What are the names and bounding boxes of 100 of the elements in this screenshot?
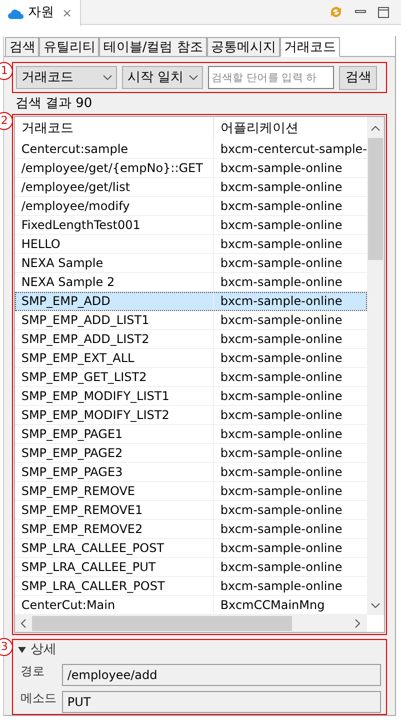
table-cell-text: bxcm-sample-online: [219, 521, 344, 538]
table-cell-text: bxcm-sample-online: [219, 388, 344, 405]
table-cell-text: bxcm-sample-online: [219, 274, 344, 291]
table-cell-text: bxcm-sample-online: [219, 445, 344, 462]
search-button[interactable]: 검색: [339, 66, 378, 90]
table-cell-text: BxcmCCMainMng: [219, 597, 326, 614]
tab[interactable]: 유틸리티: [39, 37, 100, 57]
table-row[interactable]: SMP_EMP_ADD_LIST2 bxcm-sample-online: [15, 330, 367, 349]
table-cell-text: bxcm-sample-online: [219, 236, 344, 253]
table-cell-text: bxcm-sample-online: [219, 483, 344, 500]
table-cell: SMP_EMP_PAGE2: [15, 444, 214, 462]
table-cell-text: bxcm-sample-online: [219, 502, 344, 519]
table-cell: SMP_EMP_REMOVE: [15, 482, 214, 500]
table-cell: FixedLengthTest001: [15, 216, 214, 234]
table-row[interactable]: SMP_EMP_REMOVE2 bxcm-sample-online: [15, 520, 367, 539]
minimize-icon[interactable]: [355, 10, 366, 14]
scrollbar-thumb[interactable]: [32, 616, 292, 631]
table-cell-text: bxcm-sample-online: [219, 426, 344, 443]
table-row[interactable]: Centercut:sample bxcm-centercut-sample-: [15, 140, 367, 159]
table-row[interactable]: SMP_EMP_MODIFY_LIST2 bxcm-sample-online: [15, 406, 367, 425]
close-button[interactable]: ⨯: [62, 4, 72, 22]
table-row[interactable]: /employee/get/{empNo}::GET bxcm-sample-online: [15, 159, 367, 178]
table-row[interactable]: SMP_EMP_PAGE2 bxcm-sample-online: [15, 444, 367, 463]
table-cell: NEXA Sample: [15, 254, 214, 272]
table-cell: /employee/get/{empNo}::GET: [15, 159, 214, 177]
result-count: 검색 결과 90: [14, 95, 92, 113]
table-cell-text: bxcm-sample-online: [219, 559, 344, 576]
tab[interactable]: 테이블/컬럼 참조: [99, 37, 207, 57]
chevron-down-icon: [103, 75, 112, 80]
table-cell-text: bxcm-sample-online: [219, 369, 344, 386]
table-row[interactable]: SMP_EMP_ADD bxcm-sample-online: [15, 292, 367, 311]
table-cell: SMP_LRA_CALLEE_POST: [15, 539, 214, 557]
table-row[interactable]: SMP_LRA_CALLER_POST bxcm-sample-online: [15, 577, 367, 596]
table-row[interactable]: SMP_EMP_PAGE3 bxcm-sample-online: [15, 463, 367, 482]
field-label: 경로: [19, 663, 46, 680]
table-cell: SMP_EMP_MODIFY_LIST1: [15, 387, 214, 405]
table-cell-text: bxcm-sample-online: [219, 578, 344, 595]
table-cell-text: bxcm-centercut-sample-: [219, 141, 367, 158]
table-cell-text: bxcm-sample-online: [219, 255, 344, 272]
readonly-field[interactable]: /employee/add: [62, 664, 381, 686]
cloud-icon: [8, 8, 24, 18]
table-cell: SMP_EMP_REMOVE1: [15, 501, 214, 519]
table-row[interactable]: CenterCut:Main BxcmCCMainMng: [15, 596, 367, 615]
table-row[interactable]: SMP_EMP_PAGE1 bxcm-sample-online: [15, 425, 367, 444]
chevron-down-icon[interactable]: [371, 603, 380, 608]
table-row[interactable]: SMP_EMP_REMOVE bxcm-sample-online: [15, 482, 367, 501]
table-row[interactable]: SMP_EMP_ADD_LIST1 bxcm-sample-online: [15, 311, 367, 330]
vertical-scrollbar[interactable]: [367, 117, 384, 615]
table-cell: SMP_EMP_ADD: [15, 292, 214, 310]
scrollbar-thumb[interactable]: [368, 138, 383, 260]
table-cell-text: bxcm-sample-online: [219, 407, 344, 424]
table-row[interactable]: SMP_EMP_MODIFY_LIST1 bxcm-sample-online: [15, 387, 367, 406]
table-cell-text: bxcm-sample-online: [219, 331, 344, 348]
table-cell: SMP_EMP_EXT_ALL: [15, 349, 214, 367]
search-field[interactable]: 검색할 단어를 입력 하: [208, 66, 334, 89]
table-cell: SMP_EMP_REMOVE2: [15, 520, 214, 538]
table-cell: SMP_EMP_GET_LIST2: [15, 368, 214, 386]
table-cell-text: bxcm-sample-online: [219, 160, 344, 177]
table-cell: NEXA Sample 2: [15, 273, 214, 291]
table-row[interactable]: NEXA Sample bxcm-sample-online: [15, 254, 367, 273]
table-cell: CenterCut:Main: [15, 596, 214, 614]
chevron-left-icon[interactable]: [21, 619, 26, 628]
table-row[interactable]: /employee/modify bxcm-sample-online: [15, 197, 367, 216]
chevron-up-icon[interactable]: [371, 126, 380, 131]
horizontal-scrollbar[interactable]: [15, 615, 367, 632]
tab[interactable]: 검색: [5, 37, 40, 57]
match-dropdown[interactable]: 시작 일치: [122, 66, 204, 89]
readonly-field[interactable]: PUT: [62, 691, 381, 713]
triangle-icon: [18, 647, 26, 653]
table-row[interactable]: NEXA Sample 2 bxcm-sample-online: [15, 273, 367, 292]
chevron-right-icon[interactable]: [355, 619, 360, 628]
table-cell: SMP_EMP_PAGE3: [15, 463, 214, 481]
table-cell: SMP_EMP_ADD_LIST1: [15, 311, 214, 329]
type-dropdown[interactable]: 거래코드: [16, 66, 118, 89]
maximize-icon[interactable]: [378, 6, 389, 18]
table-cell: HELLO: [15, 235, 214, 253]
field-label: 메소드: [19, 690, 58, 707]
table-row[interactable]: SMP_LRA_CALLEE_POST bxcm-sample-online: [15, 539, 367, 558]
table-row[interactable]: HELLO bxcm-sample-online: [15, 235, 367, 254]
table-cell: SMP_LRA_CALLEE_PUT: [15, 558, 214, 576]
tab[interactable]: 공통메시지: [206, 37, 280, 57]
table-cell-text: bxcm-sample-online: [219, 540, 344, 557]
table-cell-text: bxcm-sample-online: [219, 350, 344, 367]
table-cell-text: bxcm-sample-online: [219, 312, 344, 329]
table-cell: /employee/get/list: [15, 178, 214, 196]
table-cell: SMP_EMP_ADD_LIST2: [15, 330, 214, 348]
detail-toggle[interactable]: 상세: [18, 640, 56, 660]
view-title[interactable]: 자원: [28, 3, 54, 23]
table-row[interactable]: SMP_EMP_GET_LIST2 bxcm-sample-online: [15, 368, 367, 387]
table-cell-text: bxcm-sample-online: [219, 293, 344, 310]
table-row[interactable]: SMP_LRA_CALLEE_PUT bxcm-sample-online: [15, 558, 367, 577]
table-row[interactable]: /employee/get/list bxcm-sample-online: [15, 178, 367, 197]
table-cell: SMP_EMP_MODIFY_LIST2: [15, 406, 214, 424]
column-header[interactable]: 어플리케이션: [214, 117, 367, 140]
table-cell: SMP_EMP_PAGE1: [15, 425, 214, 443]
table-row[interactable]: SMP_EMP_REMOVE1 bxcm-sample-online: [15, 501, 367, 520]
chevron-down-icon: [189, 75, 198, 80]
table-row[interactable]: SMP_EMP_EXT_ALL bxcm-sample-online: [15, 349, 367, 368]
table-row[interactable]: FixedLengthTest001 bxcm-sample-online: [15, 216, 367, 235]
tab[interactable]: 거래코드: [280, 37, 340, 57]
